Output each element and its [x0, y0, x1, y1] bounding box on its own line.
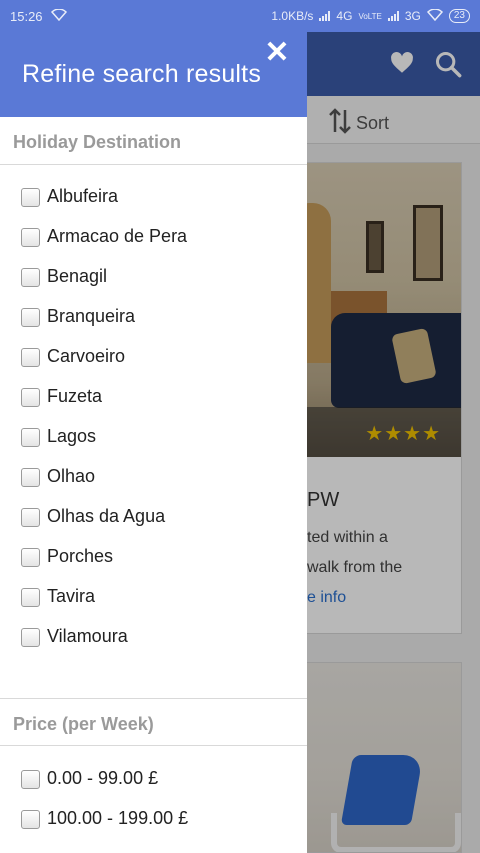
section-title: Price (per Week)	[13, 714, 154, 734]
option-carvoeiro[interactable]: Carvoeiro	[0, 337, 307, 377]
wifi-icon	[50, 7, 67, 24]
checkbox[interactable]	[21, 188, 40, 207]
option-label: Porches	[47, 546, 114, 566]
option-label: Carvoeiro	[47, 346, 126, 366]
option-price-100-199[interactable]: 100.00 - 199.00 £	[0, 799, 307, 839]
network-speed: 1.0KB/s	[271, 9, 314, 23]
section-title: Holiday Destination	[13, 132, 182, 152]
option-label: Albufeira	[47, 186, 119, 206]
checkbox[interactable]	[21, 308, 40, 327]
option-label: Vilamoura	[47, 626, 128, 646]
checkbox[interactable]	[21, 508, 40, 527]
option-vilamoura[interactable]: Vilamoura	[0, 617, 307, 657]
option-tavira[interactable]: Tavira	[0, 577, 307, 617]
checkbox[interactable]	[21, 628, 40, 647]
status-time: 15:26	[10, 8, 43, 24]
network-type-3g: 3G	[404, 9, 421, 23]
option-olhas-da-agua[interactable]: Olhas da Agua	[0, 497, 307, 537]
checkbox[interactable]	[21, 348, 40, 367]
option-benagil[interactable]: Benagil	[0, 257, 307, 297]
option-porches[interactable]: Porches	[0, 537, 307, 577]
option-fuzeta[interactable]: Fuzeta	[0, 377, 307, 417]
checkbox[interactable]	[21, 588, 40, 607]
checkbox[interactable]	[21, 770, 40, 789]
checkbox[interactable]	[21, 548, 40, 567]
option-label: Armacao de Pera	[47, 226, 188, 246]
option-label: Olhas da Agua	[47, 506, 166, 526]
option-label: Olhao	[47, 466, 96, 486]
section-heading-price: Price (per Week)	[0, 698, 307, 746]
section-heading-destination: Holiday Destination	[0, 117, 307, 165]
option-price-0-99[interactable]: 0.00 - 99.00 £	[0, 759, 307, 799]
drawer-header: Refine search results ✕	[0, 32, 307, 117]
status-bar: 15:26 1.0KB/s 4G VoLTE 3G 23	[0, 0, 480, 32]
option-label: Benagil	[47, 266, 108, 286]
filter-drawer: Refine search results ✕ Holiday Destinat…	[0, 32, 307, 853]
signal-icon-2	[387, 11, 399, 21]
close-icon[interactable]: ✕	[262, 38, 292, 68]
option-label: Tavira	[47, 586, 96, 606]
option-branqueira[interactable]: Branqueira	[0, 297, 307, 337]
checkbox[interactable]	[21, 468, 40, 487]
checkbox[interactable]	[21, 428, 40, 447]
checkbox[interactable]	[21, 228, 40, 247]
option-armacao-de-pera[interactable]: Armacao de Pera	[0, 217, 307, 257]
battery-icon: 23	[448, 9, 470, 23]
option-label: Branqueira	[47, 306, 136, 326]
checkbox[interactable]	[21, 268, 40, 287]
option-label: Lagos	[47, 426, 97, 446]
wifi-icon-2	[426, 7, 443, 24]
option-olhao[interactable]: Olhao	[0, 457, 307, 497]
option-label: 0.00 - 99.00 £	[47, 768, 159, 788]
signal-icon	[319, 11, 331, 21]
option-label: 100.00 - 199.00 £	[47, 808, 189, 828]
checkbox[interactable]	[21, 388, 40, 407]
network-type-4g: 4G	[336, 9, 353, 23]
option-label: Fuzeta	[47, 386, 103, 406]
option-lagos[interactable]: Lagos	[0, 417, 307, 457]
volte-indicator: VoLTE	[358, 11, 382, 21]
option-albufeira[interactable]: Albufeira	[0, 177, 307, 217]
checkbox[interactable]	[21, 810, 40, 829]
drawer-title: Refine search results	[22, 60, 262, 88]
